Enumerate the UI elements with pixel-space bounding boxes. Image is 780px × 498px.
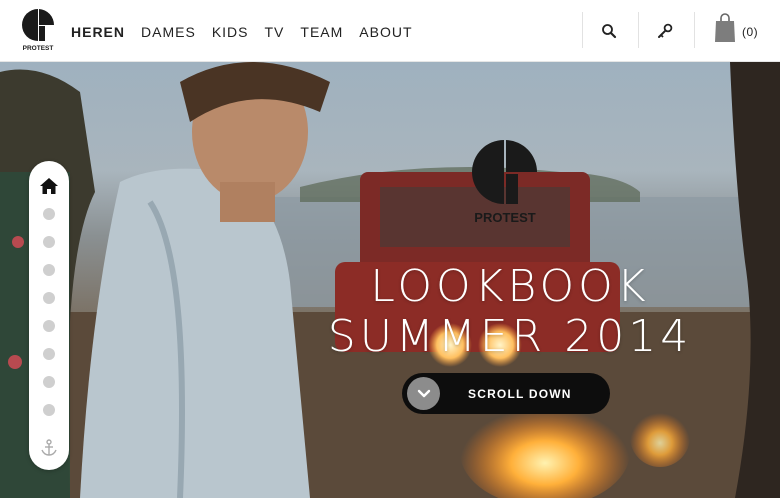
hero-brand-wordmark: PROTEST: [474, 210, 535, 225]
header-divider: [638, 12, 639, 48]
anchor-button[interactable]: [40, 439, 58, 457]
key-icon: [658, 23, 673, 38]
headline-line-1: LOOKBOOK: [370, 261, 650, 312]
section-dot-4[interactable]: [43, 292, 55, 304]
login-button[interactable]: [653, 19, 677, 43]
search-icon: [602, 24, 617, 39]
hero-banner: PROTEST LOOKBOOK SUMMER 2014 SCROLL DOWN: [0, 62, 780, 498]
main-nav: HEREN DAMES KIDS TV TEAM ABOUT: [71, 24, 429, 40]
anchor-icon: [41, 439, 57, 456]
nav-team[interactable]: TEAM: [300, 24, 343, 40]
header-divider: [694, 12, 695, 48]
headline-line-2: SUMMER 2014: [327, 311, 693, 362]
home-button[interactable]: [39, 177, 59, 195]
scroll-down-label: SCROLL DOWN: [468, 386, 572, 401]
nav-kids[interactable]: KIDS: [212, 24, 249, 40]
section-dot-3[interactable]: [43, 264, 55, 276]
scroll-down-circle: [407, 377, 440, 410]
protest-logo[interactable]: PROTEST: [21, 8, 55, 52]
section-dot-6[interactable]: [43, 348, 55, 360]
section-dot-nav: [29, 161, 69, 470]
hero-headline: LOOKBOOK SUMMER 2014: [300, 262, 720, 362]
site-header: PROTEST HEREN DAMES KIDS TV TEAM ABOUT (…: [0, 0, 780, 62]
logo-wordmark: PROTEST: [23, 45, 54, 52]
nav-tv[interactable]: TV: [265, 24, 285, 40]
section-dot-8[interactable]: [43, 404, 55, 416]
nav-about[interactable]: ABOUT: [359, 24, 412, 40]
protest-logo-icon: PROTEST: [22, 9, 55, 52]
header-divider: [582, 12, 583, 48]
cart-count[interactable]: (0): [742, 25, 758, 39]
search-button[interactable]: [597, 19, 621, 43]
cart-button[interactable]: [712, 12, 738, 44]
protest-brand-mark-icon: PROTEST: [472, 140, 537, 225]
chevron-down-icon: [417, 389, 430, 397]
section-dot-7[interactable]: [43, 376, 55, 388]
section-dot-5[interactable]: [43, 320, 55, 332]
section-dot-2[interactable]: [43, 236, 55, 248]
section-dot-1[interactable]: [43, 208, 55, 220]
scroll-down-button[interactable]: SCROLL DOWN: [402, 373, 610, 414]
nav-heren[interactable]: HEREN: [71, 24, 125, 40]
nav-dames[interactable]: DAMES: [141, 24, 196, 40]
home-icon: [40, 178, 58, 194]
shopping-bag-icon: [715, 13, 735, 42]
